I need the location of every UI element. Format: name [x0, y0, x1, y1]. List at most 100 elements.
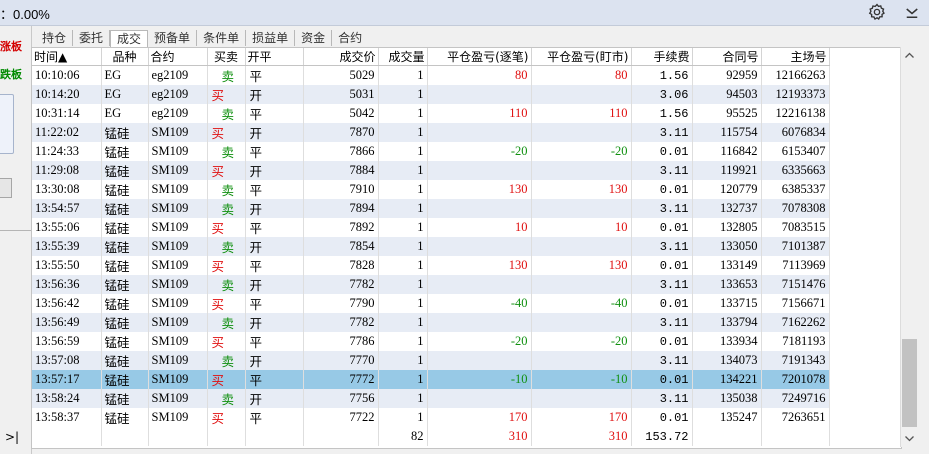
vertical-scrollbar[interactable]: [900, 47, 918, 447]
table-cell: 7101387: [761, 237, 830, 256]
table-row[interactable]: 13:58:24 锰硅 SM109 卖开 7756 1 3.11 135038 7249716: [32, 389, 830, 408]
price-input-box[interactable]: [0, 94, 14, 154]
table-row[interactable]: 10:10:06 EG eg2109 卖平 5029 1 80 80 1.56 92959 1216…: [32, 65, 830, 85]
table-cell: -20: [427, 332, 532, 351]
tab-orders[interactable]: 委托: [73, 30, 111, 46]
table-cell: 6335663: [761, 161, 830, 180]
table-cell: 锰硅: [101, 275, 149, 294]
table-row[interactable]: 13:56:59 锰硅 SM109 买平 7786 1 -20 -20 0.01 133934 71…: [32, 332, 830, 351]
table-row[interactable]: 13:56:36 锰硅 SM109 卖开 7782 1 3.11 133653 7151476: [32, 275, 830, 294]
table-cell: SM109: [148, 275, 208, 294]
gear-icon[interactable]: [868, 3, 886, 21]
tab-stop-orders[interactable]: 损益单: [246, 30, 296, 46]
table-cell: 13:56:49: [32, 313, 102, 332]
table-row[interactable]: 13:56:49 锰硅 SM109 卖开 7782 1 3.11 133794 7162262: [32, 313, 830, 332]
chevron-down-icon[interactable]: [903, 3, 921, 21]
table-cell: 7156671: [761, 294, 830, 313]
table-row[interactable]: 11:29:08 锰硅 SM109 买开 7884 1 3.11 119921 6335663: [32, 161, 830, 180]
table-cell: 平: [245, 65, 304, 85]
col-header[interactable]: 成交量: [378, 48, 428, 66]
table-cell: 7083515: [761, 218, 830, 237]
table-cell: 锰硅: [101, 199, 149, 218]
col-header[interactable]: 手续费: [631, 48, 693, 66]
col-header[interactable]: 合约: [148, 48, 208, 66]
table-cell: 133794: [692, 313, 762, 332]
col-header[interactable]: 成交价: [303, 48, 379, 66]
table-row[interactable]: 10:14:20 EG eg2109 买开 5031 1 3.06 94503 12193373: [32, 85, 830, 104]
col-header[interactable]: 买卖: [207, 48, 246, 66]
tab-funds[interactable]: 资金: [295, 30, 333, 46]
table-row[interactable]: 13:56:42 锰硅 SM109 买平 7790 1 -40 -40 0.01 133715 71…: [32, 294, 830, 313]
table-cell: 13:58:24: [32, 389, 102, 408]
table-row[interactable]: 13:55:06 锰硅 SM109 买平 7892 1 10 10 0.01 132805 7083…: [32, 218, 830, 237]
rate-text: ：0.00%: [0, 7, 50, 22]
table-cell: SM109: [148, 142, 208, 161]
col-header[interactable]: 时间▲: [32, 48, 102, 66]
table-row[interactable]: 13:57:08 锰硅 SM109 卖开 7770 1 3.11 134073 7191343: [32, 351, 830, 370]
table-cell: SM109: [148, 389, 208, 408]
table-cell: 1: [378, 142, 428, 161]
table-cell: 买: [207, 256, 246, 275]
right-strip: [917, 26, 929, 454]
table-cell: 10:14:20: [32, 85, 102, 104]
table-cell: 1: [378, 351, 428, 370]
col-header[interactable]: 品种: [101, 48, 149, 66]
table-cell: 7786: [303, 332, 379, 351]
tab-conditional-orders[interactable]: 条件单: [197, 30, 247, 46]
table-cell: 锰硅: [101, 237, 149, 256]
table-cell: 7892: [303, 218, 379, 237]
table-row[interactable]: 13:57:17 锰硅 SM109 买平 7772 1 -10 -10 0.01 134221 72…: [32, 370, 830, 389]
table-cell: 170: [531, 408, 632, 427]
table-cell: 7191343: [761, 351, 830, 370]
table-cell: 134073: [692, 351, 762, 370]
col-header[interactable]: 合同号: [692, 48, 762, 66]
table-cell: 170: [427, 408, 532, 427]
jump-end-button[interactable]: >|: [5, 430, 19, 444]
table-row[interactable]: 10:31:14 EG eg2109 卖平 5042 1 110 110 1.56 95525 12…: [32, 104, 830, 123]
table-cell: 1: [378, 218, 428, 237]
tab-preorders[interactable]: 预备单: [148, 30, 198, 46]
chevron-up-icon[interactable]: [901, 47, 918, 64]
tab-trades[interactable]: 成交: [110, 30, 149, 48]
col-header[interactable]: 开平: [245, 48, 304, 66]
table-cell: 卖: [207, 104, 246, 123]
table-row[interactable]: 11:24:33 锰硅 SM109 卖平 7866 1 -20 -20 0.01 116842 61…: [32, 142, 830, 161]
table-row[interactable]: 11:22:02 锰硅 SM109 买开 7870 1 3.11 115754 6076834: [32, 123, 830, 142]
table-cell: 锰硅: [101, 351, 149, 370]
chevron-down-icon[interactable]: [901, 430, 918, 447]
scrollbar-thumb[interactable]: [902, 339, 917, 427]
table-cell: SM109: [148, 332, 208, 351]
table-cell: 平: [245, 142, 304, 161]
table-cell: 卖: [207, 199, 246, 218]
col-header[interactable]: 平仓盈亏(盯市): [531, 48, 632, 66]
table-cell: 1: [378, 161, 428, 180]
table-row[interactable]: 13:55:39 锰硅 SM109 卖开 7854 1 3.11 133050 7101387: [32, 237, 830, 256]
table-cell: 锰硅: [101, 256, 149, 275]
table-cell: 买: [207, 218, 246, 237]
table-row[interactable]: 13:54:57 锰硅 SM109 卖开 7894 1 3.11 132737 7078308: [32, 199, 830, 218]
table-cell: 13:30:08: [32, 180, 102, 199]
table-cell: [427, 199, 532, 218]
table-cell: 13:58:37: [32, 408, 102, 427]
table-cell: 3.11: [631, 389, 693, 408]
table-cell: 开: [245, 199, 304, 218]
table-cell: 卖: [207, 275, 246, 294]
table-cell: 12166263: [761, 65, 830, 85]
table-cell: SM109: [148, 408, 208, 427]
table-row[interactable]: 13:58:37 锰硅 SM109 买平 7722 1 170 170 0.01 135247 72…: [32, 408, 830, 427]
tab-contracts[interactable]: 合约: [332, 30, 368, 46]
total-cell: [32, 427, 102, 446]
table-row[interactable]: 13:30:08 锰硅 SM109 卖平 7910 1 130 130 0.01 120779 63…: [32, 180, 830, 199]
col-header[interactable]: 主场号: [761, 48, 830, 66]
table-cell: [531, 389, 632, 408]
table-cell: 7770: [303, 351, 379, 370]
limit-down-label[interactable]: 跌板: [0, 66, 22, 82]
totals-row: 82 310 310 153.72: [32, 427, 830, 446]
table-row[interactable]: 13:55:50 锰硅 SM109 买平 7828 1 130 130 0.01 133149 71…: [32, 256, 830, 275]
col-header[interactable]: 平仓盈亏(逐笔): [427, 48, 532, 66]
limit-up-label[interactable]: 涨板: [0, 38, 22, 54]
table-cell: 7782: [303, 275, 379, 294]
side-button[interactable]: [0, 178, 12, 198]
tab-positions[interactable]: 持仓: [36, 30, 74, 46]
table-cell: 锰硅: [101, 161, 149, 180]
